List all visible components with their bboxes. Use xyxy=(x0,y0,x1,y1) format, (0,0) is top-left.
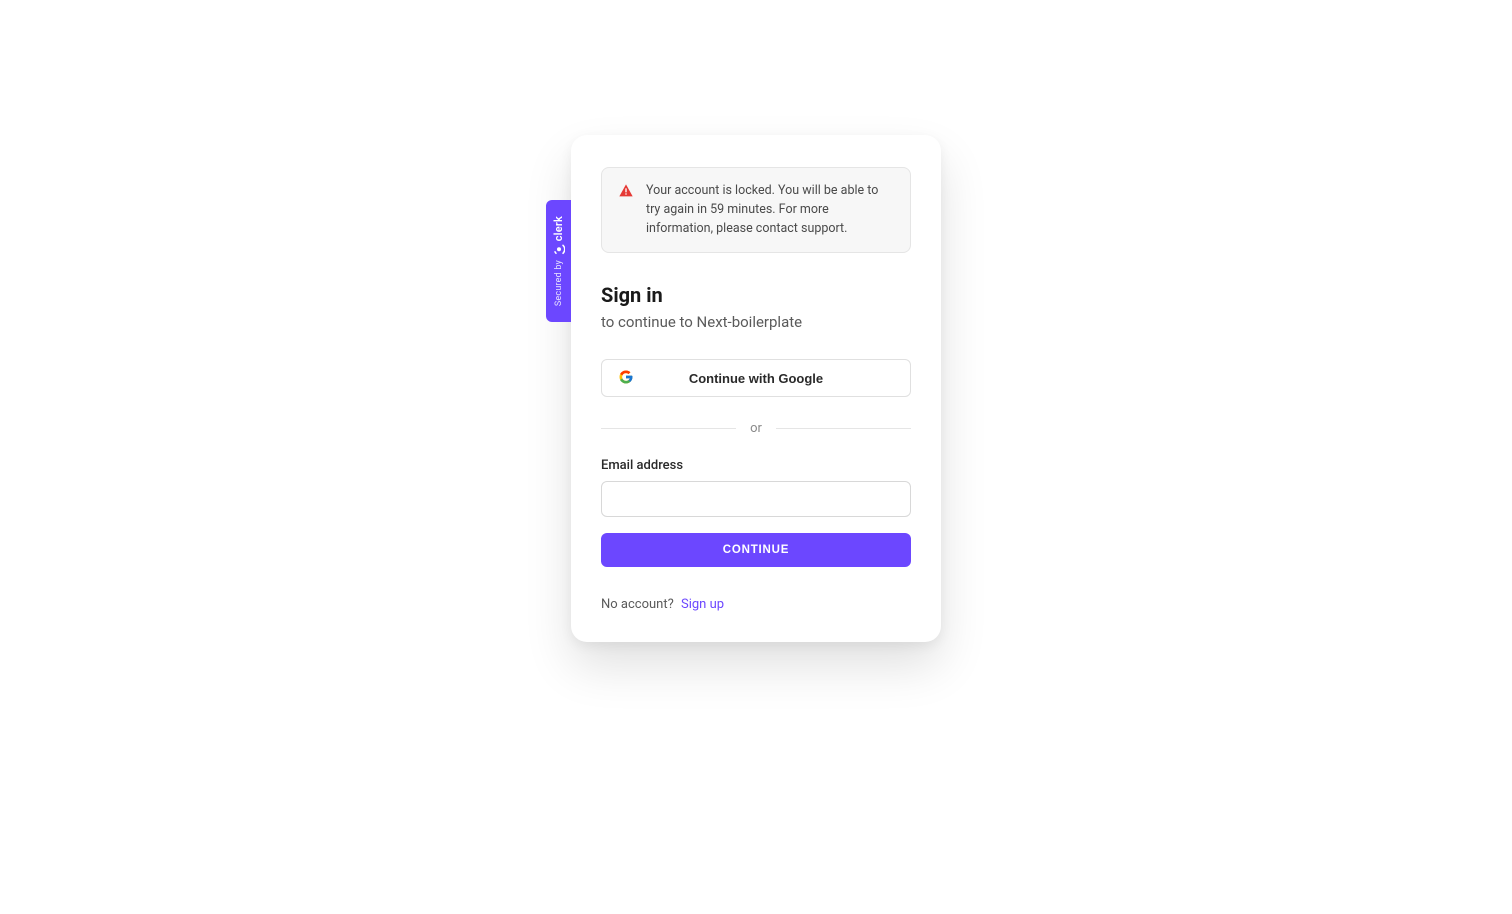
warning-icon xyxy=(618,183,634,203)
page-subtitle: to continue to Next-boilerplate xyxy=(601,313,911,331)
signup-link[interactable]: Sign up xyxy=(681,597,724,612)
clerk-brand: clerk xyxy=(552,216,565,255)
alert-message: Your account is locked. You will be able… xyxy=(646,182,894,238)
email-field[interactable] xyxy=(601,481,911,517)
signup-prompt: No account? Sign up xyxy=(601,597,911,612)
secured-by-text: Secured by xyxy=(554,260,564,306)
signin-card-wrapper: clerk Secured by Your account is locked.… xyxy=(571,135,941,642)
clerk-brand-text: clerk xyxy=(552,216,565,241)
google-icon xyxy=(618,369,634,388)
continue-with-google-button[interactable]: Continue with Google xyxy=(601,359,911,397)
google-button-label: Continue with Google xyxy=(689,371,823,386)
no-account-text: No account? xyxy=(601,597,674,612)
secured-by-clerk-tab[interactable]: clerk Secured by xyxy=(546,200,571,322)
signin-card: Your account is locked. You will be able… xyxy=(571,135,941,642)
divider-text: or xyxy=(736,421,776,436)
account-locked-alert: Your account is locked. You will be able… xyxy=(601,167,911,253)
email-label: Email address xyxy=(601,458,911,473)
page-title: Sign in xyxy=(601,283,911,307)
divider: or xyxy=(601,421,911,436)
clerk-logo-icon xyxy=(553,244,565,256)
continue-button[interactable]: CONTINUE xyxy=(601,533,911,567)
